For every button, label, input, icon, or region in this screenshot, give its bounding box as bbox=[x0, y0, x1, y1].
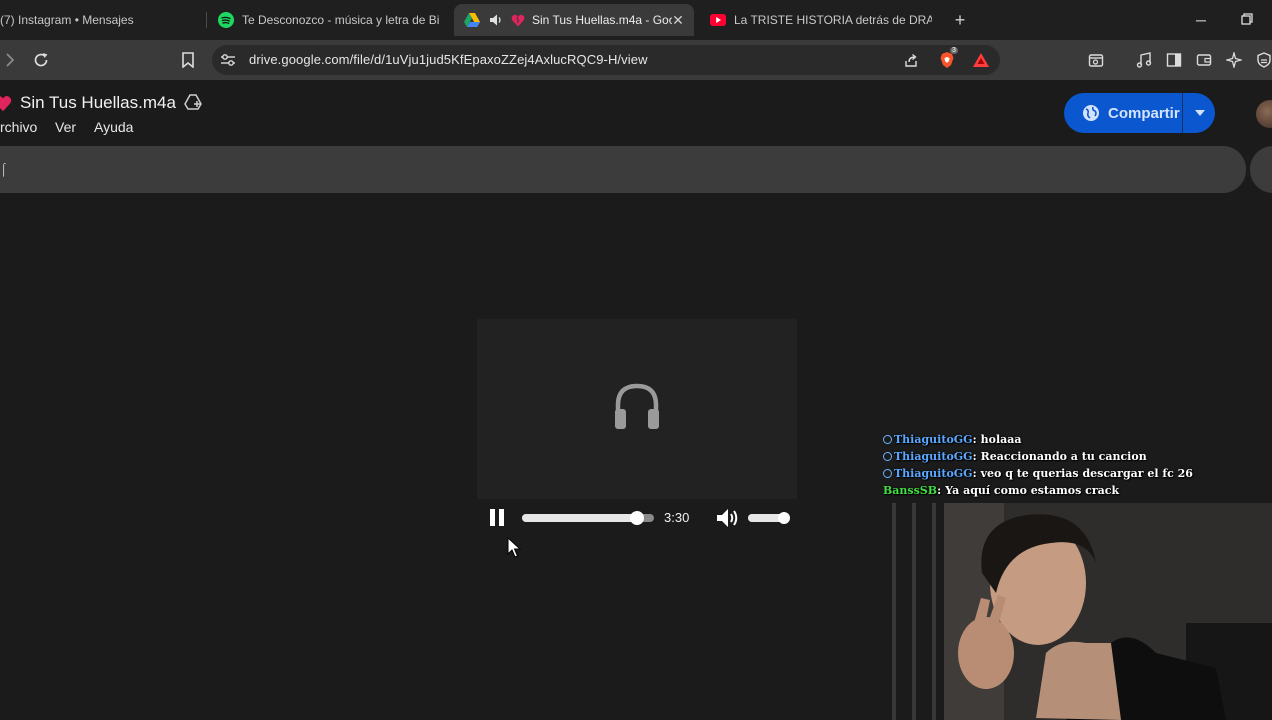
verified-badge-icon bbox=[883, 451, 892, 461]
media-controls-icon[interactable] bbox=[1134, 50, 1154, 70]
brave-shields-icon[interactable]: 3 bbox=[937, 47, 958, 70]
chat-message: ThiaguitoGG: veo q te querias descargar … bbox=[883, 464, 1193, 482]
tab-instagram-label: (7) Instagram • Mensajes bbox=[0, 13, 134, 27]
share-main-button[interactable]: Compartir bbox=[1064, 93, 1182, 133]
google-drive-icon bbox=[464, 12, 480, 28]
seek-bar-fill bbox=[522, 514, 637, 522]
pause-bar-left bbox=[490, 509, 495, 526]
drive-file-header: Sin Tus Huellas.m4a rchivo Ver Ayuda Com… bbox=[0, 80, 1272, 146]
seek-bar-knob[interactable] bbox=[629, 511, 644, 525]
chat-text: holaaa bbox=[980, 432, 1022, 446]
new-tab-plus-icon[interactable]: + bbox=[950, 10, 970, 30]
volume-icon[interactable] bbox=[716, 507, 740, 529]
tab-drive-active[interactable]: Sin Tus Huellas.m4a - Goo ✕ bbox=[454, 4, 694, 36]
reload-icon[interactable] bbox=[31, 50, 51, 70]
menu-ayuda[interactable]: Ayuda bbox=[94, 119, 133, 135]
wallet-icon[interactable] bbox=[1194, 50, 1214, 70]
chat-username: ThiaguitoGG bbox=[894, 432, 973, 446]
tab-search-icon[interactable] bbox=[1086, 50, 1106, 70]
tab-youtube[interactable]: La TRISTE HISTORIA detrás de DRAKE bbox=[710, 6, 932, 34]
close-tab-icon[interactable]: ✕ bbox=[670, 12, 686, 28]
chat-username: BanssSB bbox=[883, 483, 938, 497]
chevron-down-icon bbox=[1195, 110, 1205, 116]
chat-message: ThiaguitoGG: holaaa bbox=[883, 430, 1022, 448]
chat-username: ThiaguitoGG bbox=[894, 466, 973, 480]
share-label: Compartir bbox=[1108, 104, 1180, 122]
globe-icon bbox=[1083, 105, 1099, 121]
sidebar-toggle-icon[interactable] bbox=[1164, 50, 1184, 70]
chat-message: BanssSB: Ya aquí como estamos crack bbox=[883, 481, 1119, 499]
headphones-icon bbox=[612, 381, 662, 433]
chat-colon: : bbox=[972, 466, 977, 480]
share-divider bbox=[1182, 93, 1183, 133]
pause-bar-right bbox=[499, 509, 504, 526]
mouse-cursor-icon bbox=[506, 536, 522, 559]
shields-count-badge: 3 bbox=[950, 47, 958, 54]
tab-separator bbox=[206, 12, 207, 28]
menu-archivo[interactable]: rchivo bbox=[0, 119, 37, 135]
chat-colon: : bbox=[972, 432, 977, 446]
tab-instagram[interactable]: (7) Instagram • Mensajes bbox=[0, 6, 200, 34]
avatar[interactable] bbox=[1256, 100, 1272, 128]
stream-chat-overlay: ThiaguitoGG: holaaa ThiaguitoGG: Reaccio… bbox=[883, 430, 1272, 502]
viewer-toolbar-band bbox=[0, 146, 1246, 193]
add-to-drive-icon[interactable] bbox=[184, 93, 204, 113]
spotify-icon bbox=[218, 12, 234, 28]
bookmark-icon[interactable] bbox=[178, 50, 198, 70]
share-page-icon[interactable] bbox=[901, 50, 921, 70]
broken-heart-icon bbox=[510, 12, 526, 28]
restore-window-icon[interactable] bbox=[1237, 10, 1257, 30]
verified-badge-icon bbox=[883, 434, 892, 444]
volume-slider[interactable] bbox=[748, 512, 790, 524]
tab-drive-label: Sin Tus Huellas.m4a - Goo bbox=[532, 13, 672, 27]
verified-badge-icon bbox=[883, 468, 892, 478]
broken-heart-icon bbox=[0, 95, 12, 113]
chat-text: Ya aquí como estamos crack bbox=[945, 483, 1120, 497]
band-left-icon[interactable]: ⌠ bbox=[0, 162, 7, 176]
browser-toolbar: drive.google.com/file/d/1uVju1jud5KfEpax… bbox=[0, 40, 1272, 80]
pause-button[interactable] bbox=[488, 508, 506, 528]
tab-youtube-label: La TRISTE HISTORIA detrás de DRAKE bbox=[734, 13, 932, 27]
browser-tab-strip: (7) Instagram • Mensajes Te Desconozco -… bbox=[0, 0, 1272, 40]
vpn-shield-icon[interactable] bbox=[1254, 50, 1272, 70]
webcam-image bbox=[886, 503, 1272, 720]
share-dropdown-button[interactable] bbox=[1185, 93, 1215, 133]
chat-text: veo q te querias descargar el fc 26 bbox=[980, 466, 1193, 480]
webcam-feed bbox=[886, 503, 1272, 720]
url-text[interactable]: drive.google.com/file/d/1uVju1jud5KfEpax… bbox=[249, 52, 648, 67]
chat-message: ThiaguitoGG: Reaccionando a tu cancion bbox=[883, 447, 1147, 465]
forward-arrow-icon[interactable] bbox=[0, 50, 20, 70]
brave-rewards-icon[interactable] bbox=[971, 50, 991, 70]
tab-spotify-label: Te Desconozco - música y letra de Bi bbox=[242, 13, 440, 27]
tab-spotify[interactable]: Te Desconozco - música y letra de Bi bbox=[218, 6, 440, 34]
chat-colon: : bbox=[972, 449, 977, 463]
youtube-icon bbox=[710, 12, 726, 28]
chat-username: ThiaguitoGG bbox=[894, 449, 973, 463]
chat-colon: : bbox=[937, 483, 942, 497]
site-settings-icon[interactable] bbox=[218, 50, 238, 70]
minimize-window-icon[interactable]: ─ bbox=[1191, 10, 1211, 30]
share-button: Compartir bbox=[1064, 93, 1215, 133]
speaker-icon[interactable] bbox=[488, 12, 504, 28]
time-display: 3:30 bbox=[664, 510, 690, 525]
leo-ai-icon[interactable] bbox=[1224, 50, 1244, 70]
seek-bar[interactable] bbox=[522, 511, 654, 525]
volume-slider-knob[interactable] bbox=[777, 512, 790, 524]
address-bar[interactable]: drive.google.com/file/d/1uVju1jud5KfEpax… bbox=[212, 45, 1000, 75]
chat-text: Reaccionando a tu cancion bbox=[980, 449, 1147, 463]
viewer-side-panel-tab[interactable] bbox=[1250, 146, 1272, 193]
file-title: Sin Tus Huellas.m4a bbox=[20, 93, 176, 112]
menu-ver[interactable]: Ver bbox=[55, 119, 76, 135]
